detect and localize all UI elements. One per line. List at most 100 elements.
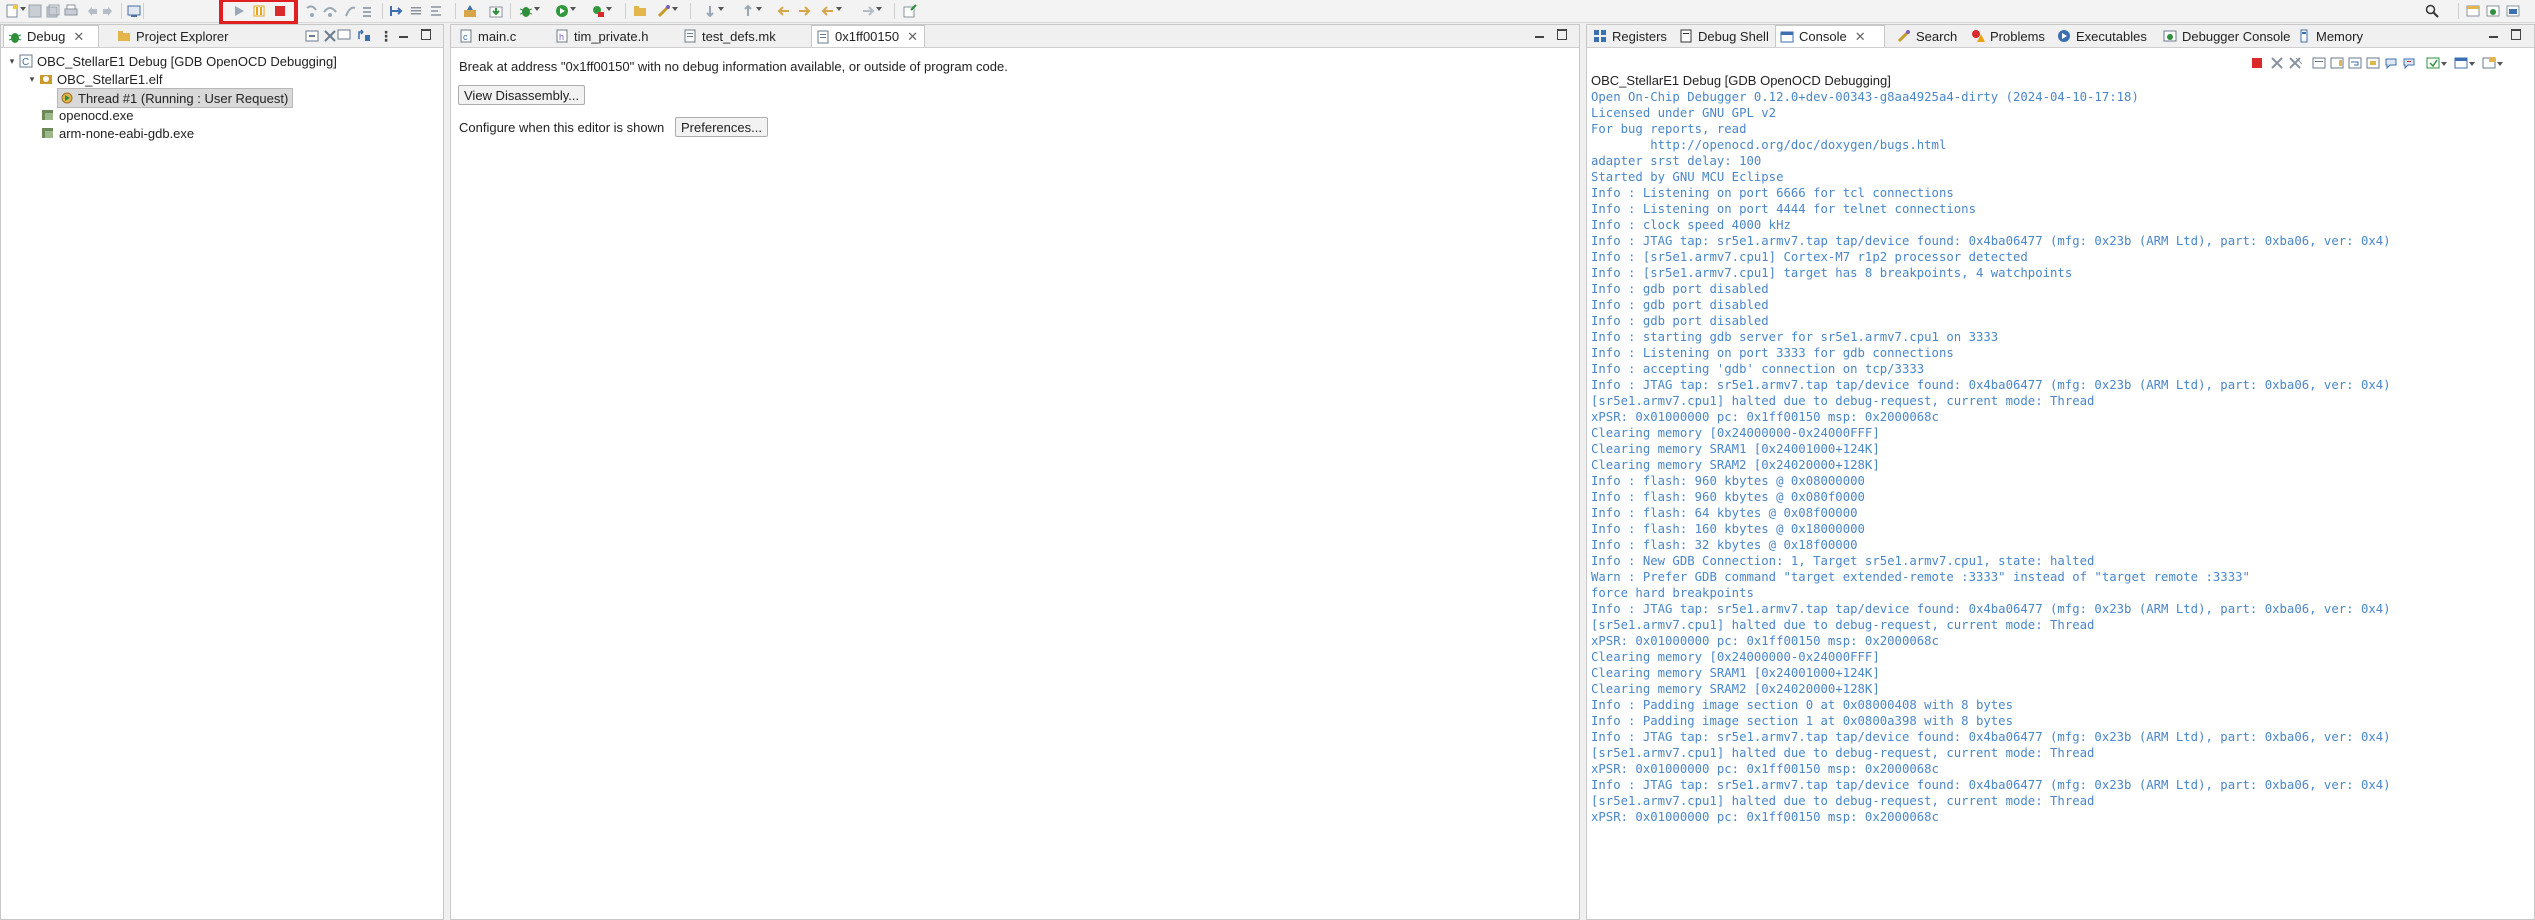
- external-tools-icon[interactable]: [462, 3, 478, 19]
- chevron-down-icon[interactable]: ▾: [27, 74, 37, 85]
- tree-label: OBC_StellarE1.elf: [57, 71, 163, 87]
- debug-view-icon[interactable]: [2465, 3, 2481, 19]
- clear-console-icon[interactable]: [2311, 55, 2327, 71]
- display-console-icon[interactable]: [2425, 55, 2441, 71]
- launch-config-icon: C: [19, 54, 33, 68]
- console-line: Clearing memory [0x24000000-0x24000FFF]: [1591, 426, 1880, 440]
- debug-view-icon[interactable]: [902, 3, 918, 19]
- close-icon[interactable]: ✕: [907, 29, 918, 45]
- save-all-icon[interactable]: [45, 3, 61, 19]
- terminate-icon[interactable]: [2249, 55, 2265, 71]
- instruction-step-icon[interactable]: [388, 3, 404, 19]
- close-icon[interactable]: ✕: [1855, 29, 1866, 45]
- step-over-icon[interactable]: [322, 3, 338, 19]
- tab-search[interactable]: Search: [1893, 25, 1967, 47]
- console-line: Info : gdb port disabled: [1591, 298, 1769, 312]
- tab-test-defs-mk[interactable]: test_defs.mk: [679, 25, 807, 47]
- tab-label: Debugger Console: [2182, 28, 2291, 44]
- chevron-down-icon[interactable]: ▾: [7, 56, 17, 67]
- preferences-button[interactable]: Preferences...: [675, 117, 768, 137]
- external-tools-icon[interactable]: [590, 3, 606, 19]
- open-type-icon[interactable]: [632, 3, 648, 19]
- save-icon[interactable]: [27, 3, 43, 19]
- remove-launch-icon[interactable]: [2269, 55, 2285, 71]
- external-tools-icon[interactable]: [488, 3, 504, 19]
- remove-all-icon[interactable]: [2287, 55, 2303, 71]
- scroll-lock-icon[interactable]: [2329, 55, 2345, 71]
- remove-terminated-icon[interactable]: [323, 29, 337, 46]
- step-return-icon[interactable]: [342, 3, 358, 19]
- console-output: Open On-Chip Debugger 0.12.0+dev-00343-g…: [1591, 89, 2391, 825]
- step-over-icon[interactable]: [408, 3, 424, 19]
- instruction-step-icon[interactable]: [740, 3, 756, 19]
- minimize-icon[interactable]: [1535, 29, 1544, 41]
- console-line: [sr5e1.armv7.cpu1] halted due to debug-r…: [1591, 746, 2095, 760]
- debug-icon[interactable]: [518, 3, 534, 19]
- tab-main-c[interactable]: c main.c: [455, 25, 547, 47]
- tab-executables[interactable]: Executables: [2053, 25, 2157, 47]
- tab-registers[interactable]: Registers: [1589, 25, 1673, 47]
- show-when-stdout-icon[interactable]: [2383, 55, 2399, 71]
- view-menu-icon[interactable]: ⋮: [379, 28, 393, 45]
- debug-view-icon[interactable]: [337, 27, 351, 44]
- c-file-icon: c: [459, 29, 473, 43]
- instruction-step-icon[interactable]: [702, 3, 718, 19]
- tree-item-gdb[interactable]: arm-none-eabi-gdb.exe: [39, 124, 194, 142]
- tab-problems[interactable]: Problems: [1967, 25, 2053, 47]
- console-line: Info : clock speed 4000 kHz: [1591, 218, 1791, 232]
- console-line: [sr5e1.armv7.cpu1] halted due to debug-r…: [1591, 394, 2095, 408]
- view-disassembly-button[interactable]: View Disassembly...: [458, 85, 586, 105]
- instruction-step-icon[interactable]: [360, 3, 376, 19]
- link-icon[interactable]: [357, 29, 371, 46]
- back-icon[interactable]: [820, 3, 836, 19]
- back-icon[interactable]: [776, 3, 792, 19]
- search-icon[interactable]: [2424, 3, 2440, 19]
- tab-label: tim_private.h: [574, 28, 649, 44]
- redo-icon[interactable]: [100, 3, 116, 19]
- tree-item-launch[interactable]: ▾ C OBC_StellarE1 Debug [GDB OpenOCD Deb…: [7, 52, 337, 70]
- open-console-icon[interactable]: [2453, 55, 2469, 71]
- tree-item-elf[interactable]: ▾ OBC_StellarE1.elf: [27, 70, 163, 88]
- maximize-icon[interactable]: [421, 29, 431, 43]
- debug-view-icon[interactable]: [2485, 3, 2501, 19]
- tab-memory[interactable]: Memory: [2293, 25, 2375, 47]
- forward-icon[interactable]: [796, 3, 812, 19]
- console-line: Info : flash: 32 kbytes @ 0x18f00000: [1591, 538, 1858, 552]
- tab-tim-private-h[interactable]: h tim_private.h: [551, 25, 675, 47]
- new-console-icon[interactable]: [2481, 55, 2497, 71]
- collapse-all-icon[interactable]: [305, 29, 319, 46]
- minimize-icon[interactable]: [399, 29, 408, 41]
- close-icon[interactable]: ✕: [73, 29, 84, 45]
- show-when-stderr-icon[interactable]: [2401, 55, 2417, 71]
- maximize-icon[interactable]: [1557, 29, 1567, 43]
- tab-debug[interactable]: Debug ✕: [3, 25, 99, 47]
- new-icon[interactable]: [4, 3, 20, 19]
- maximize-icon[interactable]: [2511, 29, 2521, 43]
- no-debug-info-message: Break at address "0x1ff00150" with no de…: [459, 59, 1008, 74]
- word-wrap-icon[interactable]: [2347, 55, 2363, 71]
- step-into-icon[interactable]: [304, 3, 320, 19]
- run-icon[interactable]: [554, 3, 570, 19]
- tab-address[interactable]: 0x1ff00150 ✕: [811, 25, 925, 47]
- print-icon[interactable]: [63, 3, 79, 19]
- elf-process-icon: [39, 72, 53, 86]
- tab-debug-shell[interactable]: Debug Shell: [1675, 25, 1773, 47]
- tab-console[interactable]: Console ✕: [1775, 25, 1885, 47]
- tab-label: Memory: [2316, 28, 2363, 44]
- console-line: Info : JTAG tap: sr5e1.armv7.tap tap/dev…: [1591, 234, 2391, 248]
- tab-debugger-console[interactable]: Debugger Console: [2159, 25, 2291, 47]
- tree-item-thread[interactable]: Thread #1 (Running : User Request): [57, 88, 294, 108]
- search-icon[interactable]: [656, 3, 672, 19]
- editor-tabbar: c main.c h tim_private.h test_defs.mk 0x…: [451, 25, 1579, 48]
- debug-view-icon[interactable]: [2505, 3, 2521, 19]
- tab-project-explorer[interactable]: Project Explorer: [113, 25, 253, 47]
- console-line: xPSR: 0x01000000 pc: 0x1ff00150 msp: 0x2…: [1591, 762, 1939, 776]
- forward-icon[interactable]: [860, 3, 876, 19]
- debug-view-icon[interactable]: [126, 3, 142, 19]
- tree-item-openocd[interactable]: openocd.exe: [39, 106, 133, 124]
- undo-icon[interactable]: [84, 3, 100, 19]
- pin-console-icon[interactable]: [2365, 55, 2381, 71]
- minimize-icon[interactable]: [2489, 29, 2498, 41]
- step-return-icon[interactable]: [428, 3, 444, 19]
- console-line: xPSR: 0x01000000 pc: 0x1ff00150 msp: 0x2…: [1591, 410, 1939, 424]
